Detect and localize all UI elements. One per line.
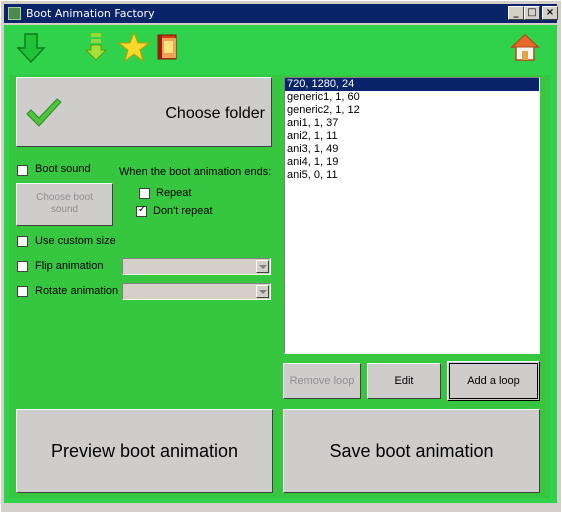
- choose-folder-button[interactable]: Choose folder: [16, 77, 272, 147]
- list-item[interactable]: ani4, 1, 19: [285, 156, 539, 169]
- choose-boot-sound-button[interactable]: Choose boot sound: [16, 183, 113, 226]
- boot-sound-label: Boot sound: [35, 163, 91, 175]
- down-arrow-icon[interactable]: [16, 32, 46, 64]
- list-item[interactable]: 720, 1280, 24: [285, 78, 539, 91]
- flip-select[interactable]: [122, 258, 271, 275]
- maximize-button[interactable]: □: [524, 6, 540, 20]
- home-icon[interactable]: [510, 33, 540, 63]
- rotate-checkbox[interactable]: [17, 286, 28, 297]
- dont-repeat-label: Don't repeat: [153, 205, 213, 217]
- minimize-button[interactable]: _: [508, 6, 524, 20]
- loop-list[interactable]: 720, 1280, 24 generic1, 1, 60 generic2, 1,…: [284, 77, 540, 354]
- choose-folder-label: Choose folder: [165, 105, 265, 122]
- repeat-label: Repeat: [156, 187, 192, 199]
- download-icon[interactable]: [84, 32, 108, 62]
- ends-heading: When the boot animation ends:: [119, 166, 272, 178]
- flip-checkbox[interactable]: [17, 261, 28, 272]
- rotate-label: Rotate animation: [35, 285, 119, 297]
- choose-boot-sound-line1: Choose boot: [36, 192, 93, 203]
- book-icon[interactable]: [155, 32, 181, 62]
- dont-repeat-checkbox[interactable]: ✓: [136, 204, 147, 217]
- title-bar[interactable]: Boot Animation Factory _ □ ×: [4, 4, 558, 23]
- star-icon[interactable]: [118, 32, 150, 62]
- list-item[interactable]: ani5, 0, 11: [285, 169, 539, 182]
- preview-button[interactable]: Preview boot animation: [16, 409, 273, 493]
- app-icon: [8, 7, 21, 20]
- chevron-down-icon[interactable]: [256, 285, 269, 298]
- rotate-select[interactable]: [122, 283, 271, 300]
- close-button[interactable]: ×: [542, 6, 558, 20]
- save-button[interactable]: Save boot animation: [283, 409, 540, 493]
- list-item[interactable]: ani3, 1, 49: [285, 143, 539, 156]
- checkmark-icon: [26, 98, 62, 127]
- list-item[interactable]: generic2, 1, 12: [285, 104, 539, 117]
- app-window: Boot Animation Factory _ □ × Choose fold…: [0, 0, 562, 513]
- list-item[interactable]: ani2, 1, 11: [285, 130, 539, 143]
- choose-boot-sound-line2: sound: [50, 204, 79, 215]
- edit-button[interactable]: Edit: [367, 363, 441, 399]
- flip-label: Flip animation: [35, 260, 104, 272]
- custom-size-checkbox[interactable]: [17, 236, 28, 247]
- chevron-down-icon[interactable]: [256, 260, 269, 273]
- add-loop-button[interactable]: Add a loop: [447, 361, 540, 401]
- boot-sound-checkbox[interactable]: [17, 165, 28, 176]
- client-area: Choose folder Boot sound When the boot a…: [4, 25, 557, 503]
- custom-size-label: Use custom size: [35, 235, 116, 247]
- check-mark-icon: ✓: [138, 204, 147, 215]
- list-item[interactable]: generic1, 1, 60: [285, 91, 539, 104]
- list-item[interactable]: ani1, 1, 37: [285, 117, 539, 130]
- repeat-checkbox[interactable]: [139, 188, 150, 199]
- window-title: Boot Animation Factory: [26, 7, 155, 20]
- remove-loop-button[interactable]: Remove loop: [283, 363, 361, 399]
